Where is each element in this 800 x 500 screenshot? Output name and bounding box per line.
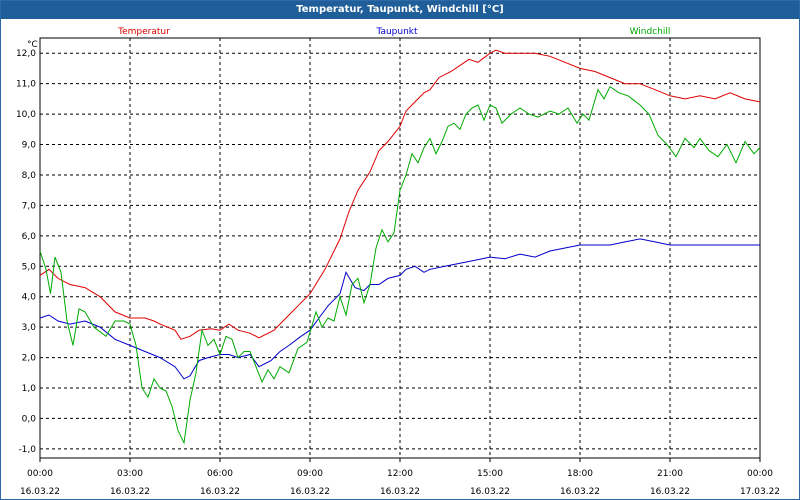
x-tick-date: 16.03.22 bbox=[290, 487, 330, 497]
x-tick-date: 16.03.22 bbox=[650, 487, 690, 497]
series-lines bbox=[39, 49, 761, 445]
legend: Temperatur Taupunkt Windchill bbox=[117, 27, 670, 37]
x-tick-date: 16.03.22 bbox=[200, 487, 240, 497]
y-tick-label: 6,0 bbox=[22, 232, 37, 242]
x-tick-date: 16.03.22 bbox=[20, 487, 60, 497]
x-tick-date: 16.03.22 bbox=[380, 487, 420, 497]
line-chart: 12,0 11,0 10,0 9,0 8,0 7,0 6,0 5,0 4,0 3,0 2,0 1,0 0… bbox=[16, 27, 780, 497]
grid-lines bbox=[40, 38, 760, 458]
x-axis-ticks: 00:00 16.03.22 03:00 16.03.22 06:00 16.03.22 0… bbox=[20, 458, 780, 497]
x-tick-date: 16.03.22 bbox=[560, 487, 600, 497]
x-tick-time: 15:00 bbox=[477, 469, 503, 479]
x-tick-time: 03:00 bbox=[117, 469, 143, 479]
x-tick-date: 17.03.22 bbox=[740, 487, 780, 497]
y-tick-label: -1,0 bbox=[18, 445, 36, 455]
y-tick-label: 0,0 bbox=[22, 414, 37, 424]
y-tick-label: 3,0 bbox=[22, 323, 37, 333]
x-tick-time: 09:00 bbox=[297, 469, 323, 479]
y-tick-label: 10,0 bbox=[16, 110, 36, 120]
x-tick-time: 00:00 bbox=[27, 469, 53, 479]
x-tick-time: 12:00 bbox=[387, 469, 413, 479]
legend-entry-windchill: Windchill bbox=[630, 27, 671, 37]
y-tick-label: 12,0 bbox=[16, 49, 36, 59]
y-tick-label: 2,0 bbox=[22, 354, 37, 364]
x-tick-date: 16.03.22 bbox=[470, 487, 510, 497]
y-tick-label: 4,0 bbox=[22, 293, 37, 303]
y-tick-label: 8,0 bbox=[22, 171, 37, 181]
x-tick-time: 18:00 bbox=[567, 469, 593, 479]
y-axis-label: °C bbox=[27, 40, 38, 50]
legend-entry-temperatur: Temperatur bbox=[117, 27, 170, 37]
y-tick-label: 1,0 bbox=[22, 384, 37, 394]
x-tick-time: 06:00 bbox=[207, 469, 233, 479]
y-tick-label: 11,0 bbox=[16, 80, 36, 90]
y-axis-ticks: 12,0 11,0 10,0 9,0 8,0 7,0 6,0 5,0 4,0 3,0 2,0 1,0 0… bbox=[16, 49, 36, 455]
x-tick-date: 16.03.22 bbox=[110, 487, 150, 497]
y-tick-label: 7,0 bbox=[22, 201, 37, 211]
x-tick-time: 21:00 bbox=[657, 469, 683, 479]
y-tick-label: 9,0 bbox=[22, 141, 37, 151]
legend-entry-taupunkt: Taupunkt bbox=[375, 27, 418, 37]
y-tick-label: 5,0 bbox=[22, 262, 37, 272]
x-tick-time: 00:00 bbox=[747, 469, 773, 479]
